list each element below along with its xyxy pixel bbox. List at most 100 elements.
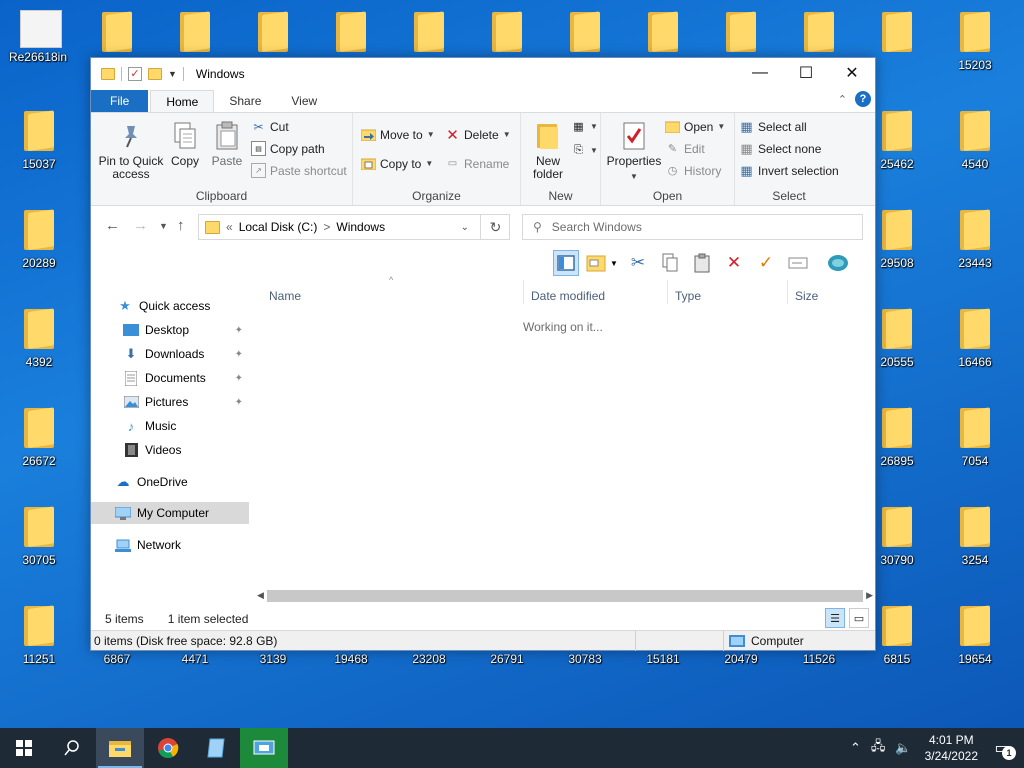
globe-icon[interactable] xyxy=(825,250,851,276)
history-button[interactable]: ◷ History xyxy=(665,163,722,178)
copy-button[interactable]: Copy xyxy=(169,121,201,168)
new-folder-button[interactable]: New folder xyxy=(527,121,569,181)
tab-view[interactable]: View xyxy=(276,90,332,112)
network-tray-icon[interactable]: 🖧 xyxy=(871,737,886,759)
pin-to-quick-access-button[interactable]: Pin to Quick access xyxy=(97,121,165,181)
delete-button[interactable]: ✕ Delete ▼ xyxy=(445,127,510,144)
desktop-folder-icon[interactable]: 15203 xyxy=(940,0,1010,80)
paste-clipboard-icon[interactable] xyxy=(689,250,715,276)
desktop-folder-icon[interactable]: 20289 xyxy=(4,198,74,278)
breadcrumb-separator-icon[interactable]: > xyxy=(323,220,330,234)
tab-home[interactable]: Home xyxy=(150,90,215,112)
paste-shortcut-button[interactable]: ↗ Paste shortcut xyxy=(251,163,347,178)
maximize-button[interactable]: ☐ xyxy=(783,58,829,88)
move-to-button[interactable]: Move to ▼ xyxy=(361,127,435,142)
column-name[interactable]: Name xyxy=(257,284,523,308)
desktop-folder-icon[interactable]: 4540 xyxy=(940,99,1010,179)
cut-button[interactable]: ✂ Cut xyxy=(251,119,288,134)
desktop-folder-icon[interactable]: 4392 xyxy=(4,297,74,377)
start-button[interactable] xyxy=(0,728,48,768)
address-bar[interactable]: « Local Disk (C:) > Windows ⌄ xyxy=(198,214,510,240)
open-button[interactable]: Open ▼ xyxy=(665,119,725,134)
new-folder-icon[interactable] xyxy=(148,68,162,80)
chevron-up-icon[interactable]: ⌃ xyxy=(850,740,861,756)
taskbar-app-green[interactable] xyxy=(240,728,288,768)
customize-toolbar-dropdown-icon[interactable]: ▼ xyxy=(168,69,177,79)
column-date-modified[interactable]: Date modified xyxy=(519,284,663,308)
tab-file[interactable]: File xyxy=(91,90,149,112)
refresh-button[interactable]: ↻ xyxy=(480,214,510,240)
paste-button[interactable]: Paste xyxy=(209,121,245,168)
folder-options-icon[interactable]: ▼ xyxy=(585,250,619,276)
scrollbar-thumb[interactable] xyxy=(267,590,863,602)
rename-field-icon[interactable] xyxy=(785,250,811,276)
properties-checkmark-icon[interactable]: ✓ xyxy=(753,250,779,276)
taskbar-app-blue[interactable] xyxy=(192,728,240,768)
copy-docs-icon[interactable] xyxy=(657,250,683,276)
copy-path-button[interactable]: ▤ Copy path xyxy=(251,141,325,156)
copy-to-button[interactable]: Copy to ▼ xyxy=(361,156,433,171)
scroll-left-icon[interactable]: ◀ xyxy=(257,590,264,601)
column-size[interactable]: Size xyxy=(783,284,863,308)
nav-documents[interactable]: Documents ✦ xyxy=(91,367,249,389)
forward-arrow-icon[interactable]: → xyxy=(133,217,148,234)
new-item-button[interactable]: ▦ ▼ xyxy=(571,119,598,134)
scroll-right-icon[interactable]: ▶ xyxy=(866,590,873,601)
desktop-folder-icon[interactable]: 3254 xyxy=(940,495,1010,575)
breadcrumb-folder[interactable]: Windows xyxy=(336,220,385,234)
search-button[interactable] xyxy=(48,728,96,768)
nav-desktop[interactable]: Desktop ✦ xyxy=(91,319,249,341)
large-icons-view-icon[interactable]: ▭ xyxy=(849,608,869,628)
clock[interactable]: 4:01 PM 3/24/2022 xyxy=(925,732,978,764)
properties-button[interactable]: Properties ▼ xyxy=(605,121,663,183)
cut-scissors-icon[interactable]: ✂ xyxy=(625,250,651,276)
rename-button[interactable]: ▭ Rename xyxy=(445,156,510,171)
invert-selection-button[interactable]: ▦ Invert selection xyxy=(739,163,838,178)
tab-share[interactable]: Share xyxy=(214,90,276,112)
up-arrow-icon[interactable]: ↑ xyxy=(177,217,185,234)
desktop-folder-icon[interactable]: 26672 xyxy=(4,396,74,476)
desktop-folder-icon[interactable]: 15037 xyxy=(4,99,74,179)
nav-videos[interactable]: Videos xyxy=(91,439,249,461)
horizontal-scrollbar[interactable]: ◀ ▶ xyxy=(255,588,875,604)
desktop-folder-icon[interactable]: 11595 xyxy=(1018,0,1024,80)
search-input[interactable] xyxy=(551,220,832,234)
close-button[interactable]: ✕ xyxy=(829,58,875,88)
properties-check-icon[interactable]: ✓ xyxy=(128,67,142,81)
system-tray: ⌃ 🖧 🔈 4:01 PM 3/24/2022 ▭ 1 xyxy=(845,728,1024,768)
taskbar-chrome[interactable] xyxy=(144,728,192,768)
details-view-icon[interactable]: ☰ xyxy=(825,608,845,628)
nav-downloads[interactable]: ⬇ Downloads ✦ xyxy=(91,343,249,365)
back-arrow-icon[interactable]: ← xyxy=(105,217,120,234)
select-none-button[interactable]: ▦ Select none xyxy=(739,141,821,156)
column-type[interactable]: Type xyxy=(663,284,783,308)
volume-icon[interactable]: 🔈 xyxy=(895,740,911,756)
nav-onedrive[interactable]: ☁ OneDrive xyxy=(91,471,249,493)
desktop-folder-icon[interactable]: 19654 xyxy=(940,594,1010,674)
desktop-folder-icon[interactable]: 23443 xyxy=(940,198,1010,278)
minimize-ribbon-icon[interactable]: ⌃ xyxy=(838,93,847,106)
select-all-button[interactable]: ▦ Select all xyxy=(739,119,806,134)
easy-access-button[interactable]: ⎘ ▼ xyxy=(571,143,598,158)
notifications-button[interactable]: ▭ 1 xyxy=(988,734,1016,762)
breadcrumb-overflow[interactable]: « xyxy=(226,220,233,234)
desktop-folder-icon[interactable]: 7054 xyxy=(940,396,1010,476)
minimize-button[interactable]: — xyxy=(737,58,783,88)
nav-network[interactable]: Network xyxy=(91,534,249,556)
address-dropdown-icon[interactable]: ⌄ xyxy=(461,222,469,233)
breadcrumb-drive[interactable]: Local Disk (C:) xyxy=(239,220,318,234)
delete-red-x-icon[interactable]: ✕ xyxy=(721,250,747,276)
preview-pane-icon[interactable] xyxy=(553,250,579,276)
nav-my-computer[interactable]: My Computer xyxy=(91,502,249,524)
help-icon[interactable]: ? xyxy=(855,91,871,107)
desktop-folder-icon[interactable]: 30705 xyxy=(4,495,74,575)
desktop-folder-icon[interactable]: 16466 xyxy=(940,297,1010,377)
taskbar-file-explorer[interactable] xyxy=(96,728,144,768)
recycle-bin-icon[interactable]: Re26618in xyxy=(3,0,73,80)
nav-music[interactable]: ♪ Music xyxy=(91,415,249,437)
desktop-folder-icon[interactable]: 11251 xyxy=(4,594,74,674)
nav-quick-access[interactable]: ★ Quick access xyxy=(91,295,249,317)
edit-button[interactable]: ✎ Edit xyxy=(665,141,705,156)
nav-pictures[interactable]: Pictures ✦ xyxy=(91,391,249,413)
recent-locations-dropdown-icon[interactable]: ▼ xyxy=(159,221,168,231)
